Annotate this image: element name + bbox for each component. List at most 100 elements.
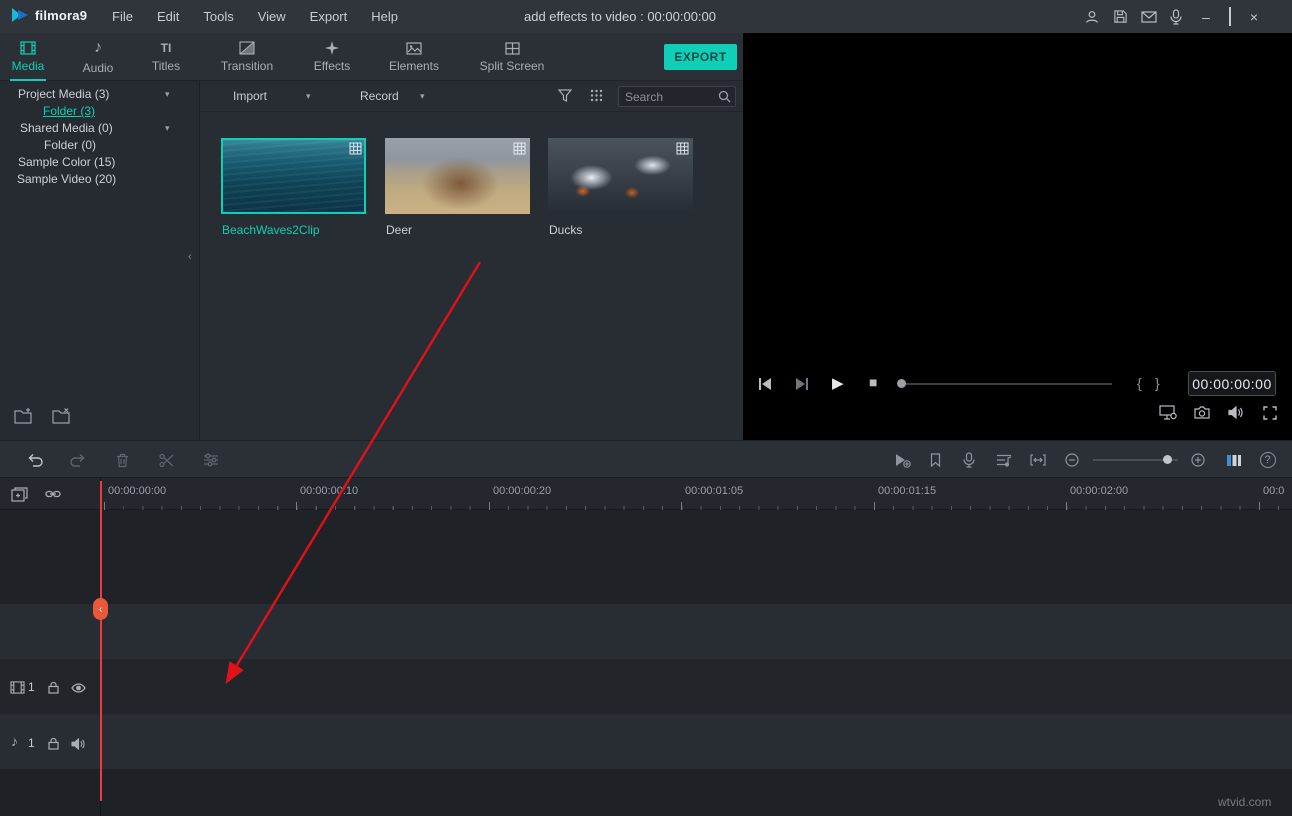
audio-track-row[interactable] — [0, 714, 1292, 769]
step-forward-icon[interactable] — [794, 377, 810, 391]
major-tick — [104, 502, 105, 510]
chevron-down-icon[interactable]: ▾ — [420, 81, 425, 112]
sidebar-item-folder-3[interactable]: Folder (3) — [43, 103, 95, 120]
timeline-ruler[interactable]: 00:00:00:00 00:00:00:10 00:00:00:20 00:0… — [0, 478, 1292, 510]
help-icon[interactable]: ? — [1259, 441, 1276, 479]
timeline-empty-area[interactable] — [0, 510, 1292, 604]
grid-view-icon[interactable] — [590, 89, 603, 102]
sidebar-item-folder-0[interactable]: Folder (0) — [44, 137, 96, 154]
window-title: add effects to video : 00:00:00:00 — [420, 0, 820, 33]
zoom-out-icon[interactable] — [1064, 441, 1079, 479]
zoom-slider-knob[interactable] — [1163, 455, 1172, 464]
timeline-drop-strip[interactable] — [0, 604, 1292, 659]
tab-media[interactable]: Media — [6, 33, 50, 81]
record-dropdown[interactable]: Record — [360, 81, 399, 112]
media-thumbnail[interactable] — [221, 138, 366, 214]
maximize-icon — [1229, 7, 1231, 26]
media-clip-beachwaves[interactable]: BeachWaves2Clip — [221, 138, 366, 214]
display-settings-icon[interactable] — [1159, 405, 1177, 420]
media-clip-ducks[interactable]: Ducks — [548, 138, 693, 214]
media-clip-deer[interactable]: Deer — [385, 138, 530, 214]
link-clips-icon[interactable] — [45, 489, 61, 499]
sidebar-item-shared-media[interactable]: Shared Media (0) — [20, 120, 113, 137]
playhead[interactable] — [100, 481, 102, 801]
tab-label: Effects — [314, 59, 350, 73]
audio-track-number: 1 — [28, 736, 35, 750]
ruler-label: 00:00:00:00 — [108, 485, 166, 497]
tab-elements[interactable]: Elements — [380, 33, 448, 81]
import-dropdown[interactable]: Import — [233, 81, 267, 112]
voiceover-mic-icon[interactable] — [962, 441, 975, 479]
menu-view[interactable]: View — [258, 9, 286, 24]
tab-label: Titles — [152, 59, 180, 73]
eye-icon[interactable] — [71, 683, 86, 693]
fit-timeline-icon[interactable] — [1029, 441, 1046, 479]
tab-audio[interactable]: ♪ Audio — [76, 33, 120, 81]
fullscreen-icon[interactable] — [1263, 406, 1277, 420]
marker-icon[interactable] — [929, 441, 941, 479]
redo-icon[interactable] — [68, 441, 86, 479]
collapse-panel-icon[interactable]: ‹ — [188, 251, 192, 263]
advanced-edit-icon[interactable] — [202, 441, 219, 479]
lock-icon[interactable] — [48, 681, 59, 694]
timeline-empty-bottom[interactable] — [0, 769, 1292, 816]
step-backward-icon[interactable] — [757, 377, 773, 391]
mark-out-icon[interactable]: } — [1155, 375, 1160, 391]
stop-icon[interactable]: ■ — [869, 374, 877, 390]
delete-folder-icon[interactable] — [52, 407, 72, 424]
search-icon[interactable] — [718, 90, 731, 103]
sidebar-item-sample-video[interactable]: Sample Video (20) — [17, 171, 116, 188]
play-icon[interactable]: ▶ — [832, 374, 844, 392]
close-button[interactable]: × — [1246, 9, 1262, 25]
playhead-handle[interactable]: ‹ — [93, 598, 108, 620]
lock-icon[interactable] — [48, 737, 59, 750]
tab-split-screen[interactable]: Split Screen — [468, 33, 556, 81]
mark-in-icon[interactable]: { — [1137, 375, 1142, 391]
menu-edit[interactable]: Edit — [157, 9, 179, 24]
seek-slider[interactable] — [898, 383, 1112, 385]
media-thumbnail[interactable] — [385, 138, 530, 214]
media-thumbnail[interactable] — [548, 138, 693, 214]
sidebar-item-sample-color[interactable]: Sample Color (15) — [18, 154, 115, 171]
render-preview-icon[interactable] — [893, 441, 911, 479]
save-project-icon[interactable] — [1113, 9, 1128, 24]
menu-help[interactable]: Help — [371, 9, 398, 24]
mic-icon[interactable] — [1170, 9, 1182, 25]
ruler-label: 00:00:00:20 — [493, 485, 551, 497]
chevron-down-icon[interactable]: ▾ — [165, 120, 170, 137]
delete-icon[interactable] — [115, 441, 129, 479]
add-to-track-icon[interactable] — [11, 487, 28, 502]
chevron-down-icon[interactable]: ▾ — [165, 86, 170, 103]
video-track-row[interactable] — [0, 659, 1292, 714]
maximize-button[interactable] — [1229, 8, 1231, 26]
menu-export[interactable]: Export — [310, 9, 348, 24]
audio-mixer-icon[interactable] — [995, 441, 1012, 479]
export-button[interactable]: EXPORT — [664, 44, 737, 70]
split-scissors-icon[interactable] — [158, 441, 174, 479]
zoom-in-icon[interactable] — [1190, 441, 1205, 479]
menu-tools[interactable]: Tools — [203, 9, 233, 24]
chevron-down-icon[interactable]: ▾ — [306, 81, 311, 112]
account-icon[interactable] — [1084, 9, 1100, 25]
mail-feedback-icon[interactable] — [1141, 11, 1157, 23]
tab-titles[interactable]: TI Titles — [144, 33, 188, 81]
mute-speaker-icon[interactable] — [71, 738, 86, 750]
track-manager-icon[interactable] — [1225, 441, 1242, 479]
tab-effects[interactable]: Effects — [300, 33, 364, 81]
ruler-label: 00:0 — [1263, 485, 1284, 497]
minimize-button[interactable]: – — [1198, 9, 1214, 25]
sidebar-item-project-media[interactable]: Project Media (3) — [18, 86, 109, 103]
filter-icon[interactable] — [558, 89, 572, 102]
app-logo-text: filmora9 — [35, 8, 87, 23]
volume-icon[interactable] — [1228, 406, 1244, 419]
undo-icon[interactable] — [26, 441, 44, 479]
tab-transition[interactable]: Transition — [208, 33, 286, 81]
watermark: wtvid.com — [1218, 795, 1271, 809]
seek-slider-knob[interactable] — [897, 379, 906, 388]
menu-file[interactable]: File — [112, 9, 133, 24]
timecode-display[interactable]: 00:00:00:00 — [1188, 371, 1276, 396]
frame-badge-icon — [676, 142, 689, 155]
add-folder-icon[interactable] — [14, 407, 34, 424]
snapshot-camera-icon[interactable] — [1194, 406, 1210, 419]
split-screen-icon — [505, 42, 520, 55]
